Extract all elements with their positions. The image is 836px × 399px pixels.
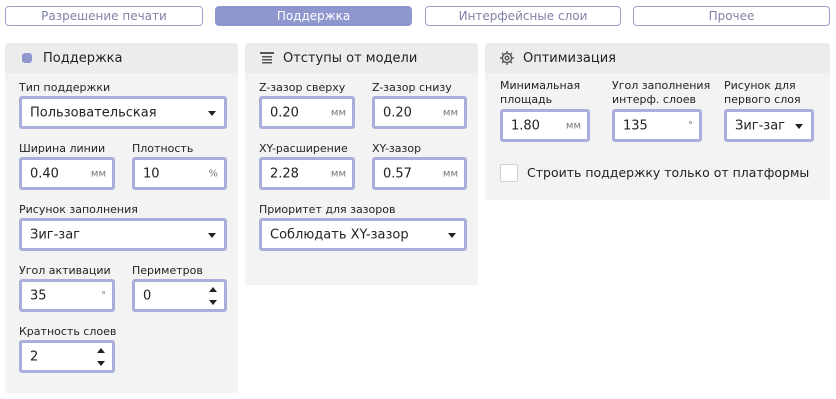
- pattern-select[interactable]: Зиг-заг: [19, 218, 227, 251]
- gap-priority-select[interactable]: Соблюдать XY-зазор: [259, 218, 467, 251]
- tab-interface-layers[interactable]: Интерфейсные слои: [425, 6, 621, 26]
- min-area-unit: мм: [565, 120, 581, 131]
- z-bottom-label: Z-зазор снизу: [372, 81, 452, 94]
- min-area-label-line1: Минимальная: [500, 79, 581, 92]
- optimization-header: Оптимизация: [485, 43, 830, 73]
- activation-angle-label: Угол активации: [19, 264, 111, 277]
- line-width-input[interactable]: 0.40 мм: [19, 157, 115, 190]
- z-top-value: 0.20: [270, 105, 299, 120]
- density-input[interactable]: 10 %: [132, 157, 227, 190]
- support-type-select[interactable]: Пользовательская: [19, 96, 227, 129]
- interface-angle-unit: °: [688, 120, 693, 131]
- support-panel: Поддержка Тип поддержки Пользовательская…: [5, 43, 238, 393]
- xy-expand-unit: мм: [330, 168, 346, 179]
- line-width-unit: мм: [90, 168, 106, 179]
- xy-gap-unit: мм: [442, 168, 458, 179]
- offsets-panel: Отступы от модели Z-зазор сверху 0.20 мм…: [245, 43, 478, 285]
- perimeters-value: 0: [143, 288, 152, 303]
- first-layer-pattern-value: Зиг-заг: [735, 118, 786, 133]
- offsets-title: Отступы от модели: [283, 50, 418, 66]
- tab-label: Прочее: [708, 9, 755, 23]
- layer-multiplicity-stepper[interactable]: 2: [19, 340, 115, 373]
- arrow-up-icon[interactable]: [209, 287, 217, 292]
- density-value: 10: [143, 166, 160, 181]
- line-width-value: 0.40: [30, 166, 59, 181]
- support-title: Поддержка: [43, 50, 123, 66]
- platform-only-label[interactable]: Строить поддержку только от платформы: [527, 165, 809, 181]
- support-header: Поддержка: [5, 43, 238, 73]
- arrow-up-icon[interactable]: [97, 348, 105, 353]
- interface-angle-value: 135: [623, 118, 648, 133]
- z-top-input[interactable]: 0.20 мм: [259, 96, 355, 129]
- xy-expand-value: 2.28: [270, 166, 299, 181]
- xy-expand-input[interactable]: 2.28 мм: [259, 157, 355, 190]
- arrow-down-icon[interactable]: [209, 300, 217, 305]
- arrow-down-icon[interactable]: [97, 361, 105, 366]
- tab-label: Разрешение печати: [41, 9, 167, 23]
- gear-icon: [499, 50, 515, 66]
- chevron-down-icon: [448, 232, 456, 238]
- interface-angle-input[interactable]: 135 °: [612, 109, 702, 142]
- interface-angle-label-line1: Угол заполнения: [612, 79, 711, 92]
- min-area-label: Минимальная площадь: [500, 79, 580, 107]
- optimization-body: Минимальная площадь 1.80 мм Угол заполне…: [485, 73, 830, 200]
- layer-multiplicity-value: 2: [30, 349, 39, 364]
- min-area-label-line2: площадь: [500, 93, 553, 106]
- tab-label: Поддержка: [276, 9, 351, 23]
- gap-priority-label: Приоритет для зазоров: [259, 203, 396, 216]
- first-layer-pattern-label: Рисунок для первого слоя: [724, 79, 801, 107]
- perimeters-label: Периметров: [132, 264, 203, 277]
- xy-gap-label: XY-зазор: [372, 142, 422, 155]
- z-bottom-value: 0.20: [383, 105, 412, 120]
- chevron-down-icon: [208, 232, 216, 238]
- stepper-arrows[interactable]: [209, 285, 219, 307]
- min-area-value: 1.80: [511, 118, 540, 133]
- support-type-value: Пользовательская: [30, 105, 157, 120]
- z-top-unit: мм: [330, 107, 346, 118]
- xy-expand-label: XY-расширение: [259, 142, 348, 155]
- tab-support[interactable]: Поддержка: [215, 6, 412, 26]
- optimization-panel: Оптимизация Минимальная площадь 1.80 мм …: [485, 43, 830, 200]
- interface-angle-label-line2: интерф. слоев: [612, 93, 696, 106]
- chevron-down-icon: [208, 110, 216, 116]
- density-unit: %: [208, 168, 218, 179]
- pattern-value: Зиг-заг: [30, 227, 81, 242]
- first-layer-pattern-select[interactable]: Зиг-заг: [724, 109, 814, 142]
- xy-gap-input[interactable]: 0.57 мм: [372, 157, 467, 190]
- pattern-label: Рисунок заполнения: [19, 203, 138, 216]
- activation-angle-input[interactable]: 35 °: [19, 279, 115, 312]
- support-body: Тип поддержки Пользовательская Ширина ли…: [5, 73, 238, 393]
- min-area-input[interactable]: 1.80 мм: [500, 109, 590, 142]
- line-width-label: Ширина линии: [19, 142, 106, 155]
- stepper-arrows[interactable]: [97, 346, 107, 368]
- offsets-body: Z-зазор сверху 0.20 мм Z-зазор снизу 0.2…: [245, 73, 478, 285]
- layer-multiplicity-label: Кратность слоев: [19, 325, 117, 338]
- tab-label: Интерфейсные слои: [458, 9, 588, 23]
- z-bottom-input[interactable]: 0.20 мм: [372, 96, 467, 129]
- square-icon: [19, 50, 35, 66]
- offsets-header: Отступы от модели: [245, 43, 478, 73]
- tab-other[interactable]: Прочее: [633, 6, 830, 26]
- z-top-label: Z-зазор сверху: [259, 81, 346, 94]
- perimeters-stepper[interactable]: 0: [132, 279, 227, 312]
- density-label: Плотность: [132, 142, 194, 155]
- platform-only-checkbox[interactable]: [500, 164, 518, 182]
- gap-priority-value: Соблюдать XY-зазор: [270, 227, 409, 242]
- activation-angle-value: 35: [30, 288, 47, 303]
- xy-gap-value: 0.57: [383, 166, 412, 181]
- first-layer-pattern-label-line2: первого слоя: [724, 93, 801, 106]
- activation-angle-unit: °: [101, 290, 106, 301]
- support-type-label: Тип поддержки: [19, 81, 111, 94]
- first-layer-pattern-label-line1: Рисунок для: [724, 79, 796, 92]
- chevron-down-icon: [795, 123, 803, 129]
- z-bottom-unit: мм: [442, 107, 458, 118]
- interface-angle-label: Угол заполнения интерф. слоев: [612, 79, 710, 107]
- document-lines-icon: [259, 50, 275, 66]
- tab-print-resolution[interactable]: Разрешение печати: [5, 6, 203, 26]
- optimization-title: Оптимизация: [523, 50, 617, 66]
